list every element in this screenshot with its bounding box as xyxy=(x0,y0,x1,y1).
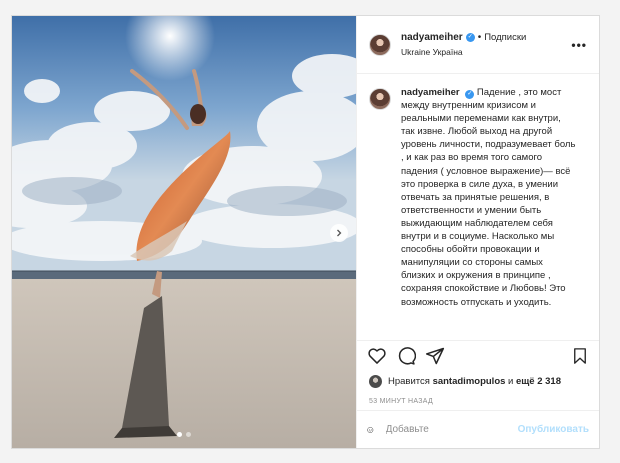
liker-avatar[interactable] xyxy=(369,374,382,388)
comment-input[interactable] xyxy=(385,424,518,435)
caption-area: nadyameiher ✓ Падение , это мост между в… xyxy=(357,74,599,340)
bookmark-icon[interactable] xyxy=(571,347,589,365)
share-icon[interactable] xyxy=(425,346,445,366)
likes-middle: и xyxy=(508,375,514,387)
carousel-dot xyxy=(186,432,191,437)
following-button[interactable]: Подписки xyxy=(484,31,526,44)
more-options-icon[interactable]: ••• xyxy=(571,38,587,52)
verified-badge-icon: ✓ xyxy=(465,90,475,99)
liker-username[interactable]: santadimopulos xyxy=(433,376,506,387)
heart-icon[interactable] xyxy=(367,346,387,366)
caption-body: Падение , это мост между внутренним криз… xyxy=(401,87,576,308)
carousel-indicator xyxy=(12,432,356,437)
chevron-right-icon xyxy=(337,229,342,237)
caption-username[interactable]: nadyameiher xyxy=(401,87,460,98)
carousel-next-button[interactable] xyxy=(330,224,348,242)
follow-separator: • xyxy=(477,31,482,43)
likes-count[interactable]: ещё 2 318 xyxy=(516,376,561,387)
avatar[interactable] xyxy=(369,33,391,56)
likes-prefix: Нравится xyxy=(388,375,430,387)
verified-badge-icon: ✓ xyxy=(465,32,475,42)
post-timestamp[interactable]: 53 МИНУТ НАЗАД xyxy=(357,392,599,410)
comment-form: Опубликовать xyxy=(357,410,599,448)
instagram-post: nadyameiher ✓ • Подписки Ukraine Україна… xyxy=(11,15,600,449)
username-link[interactable]: nadyameiher xyxy=(401,31,463,44)
location-link[interactable]: Ukraine Україна xyxy=(401,46,526,59)
action-bar xyxy=(357,340,599,370)
emoji-icon[interactable] xyxy=(367,421,374,439)
publish-button[interactable]: Опубликовать xyxy=(518,424,589,435)
caption-avatar[interactable] xyxy=(369,88,391,110)
post-header: nadyameiher ✓ • Подписки Ukraine Україна… xyxy=(357,16,599,74)
comment-icon[interactable] xyxy=(396,346,416,366)
caption-text: nadyameiher ✓ Падение , это мост между в… xyxy=(401,86,576,340)
photo-scene xyxy=(12,16,356,448)
likes-row: Нравится santadimopulos и ещё 2 318 xyxy=(357,370,599,392)
carousel-dot-active xyxy=(177,432,182,437)
post-photo[interactable] xyxy=(12,16,356,448)
post-side-panel: nadyameiher ✓ • Подписки Ukraine Україна… xyxy=(356,16,599,448)
